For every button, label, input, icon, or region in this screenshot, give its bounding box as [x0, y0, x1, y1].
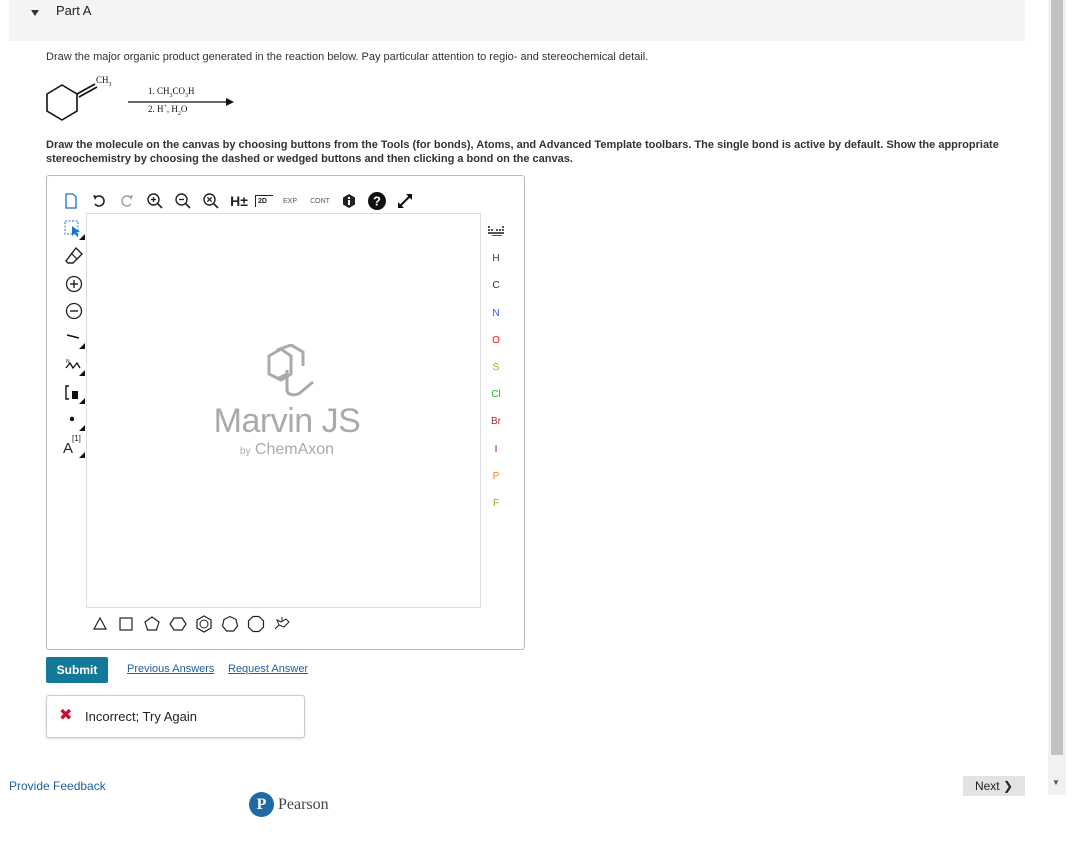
contract-button[interactable]: CONT	[307, 189, 333, 213]
part-title: Part A	[56, 3, 92, 18]
feedback-message-box: ✖ Incorrect; Try Again	[46, 695, 305, 738]
negative-charge-icon[interactable]	[61, 298, 87, 324]
template-toolbar	[89, 613, 293, 635]
caret-down-icon[interactable]	[30, 9, 40, 17]
incorrect-icon: ✖	[59, 707, 73, 724]
svg-text:?: ?	[373, 194, 381, 209]
cyclohexane-template-icon[interactable]	[167, 613, 189, 635]
zoom-reset-icon[interactable]	[199, 189, 223, 213]
scrollbar-thumb[interactable]	[1051, 0, 1063, 755]
atom-button-s[interactable]: S	[481, 354, 511, 381]
left-toolbar: N A [1]	[61, 216, 87, 462]
atom-button-o[interactable]: O	[481, 327, 511, 354]
chair-template-icon[interactable]	[271, 613, 293, 635]
electron-tool-icon[interactable]	[61, 407, 87, 433]
scroll-down-arrow-icon[interactable]: ▼	[1052, 778, 1060, 787]
atom-button-p[interactable]: P	[481, 463, 511, 490]
eraser-icon[interactable]	[61, 243, 87, 269]
marvin-editor: H± 2D EXP CONT ? N A [1] Marvin JS by Ch…	[46, 175, 525, 650]
pearson-wordmark: Pearson	[278, 795, 329, 813]
part-header[interactable]: Part A	[9, 0, 1025, 41]
top-toolbar: H± 2D EXP CONT ?	[59, 188, 417, 214]
feedback-message: Incorrect; Try Again	[85, 709, 197, 724]
atom-button-f[interactable]: F	[481, 490, 511, 517]
reagent-step-2: 2. H+, H2O	[148, 104, 188, 117]
submit-button[interactable]: Submit	[46, 657, 108, 683]
request-answer-link[interactable]: Request Answer	[228, 663, 308, 675]
atom-button-cl[interactable]: Cl	[481, 381, 511, 408]
atom-button-h[interactable]: H	[481, 245, 511, 272]
zoom-in-icon[interactable]	[143, 189, 167, 213]
drawing-instructions: Draw the molecule on the canvas by choos…	[46, 139, 999, 165]
bracket-tool-icon[interactable]	[61, 380, 87, 406]
undo-icon[interactable]	[87, 189, 111, 213]
redo-icon[interactable]	[115, 189, 139, 213]
page-scrollbar[interactable]: ▼	[1048, 0, 1066, 795]
benzene-template-icon[interactable]	[193, 613, 215, 635]
cycloheptane-template-icon[interactable]	[219, 613, 241, 635]
methylenecyclohexane-structure	[46, 83, 234, 121]
previous-answers-link[interactable]: Previous Answers	[127, 663, 214, 675]
single-bond-tool-icon[interactable]	[61, 325, 87, 351]
reagent-step-1: 1. CH3CO3H	[148, 86, 195, 99]
reaction-scheme: CH3 1. CH3CO3H 2. H+, H2O	[44, 74, 244, 124]
atom-button-n[interactable]: N	[481, 300, 511, 327]
cyclopropane-template-icon[interactable]	[89, 613, 111, 635]
expand-button[interactable]: EXP	[277, 189, 303, 213]
atom-toolbar: H C N O S Cl Br I P F	[481, 218, 511, 517]
cyclooctane-template-icon[interactable]	[245, 613, 267, 635]
drawing-canvas[interactable]: Marvin JS by ChemAxon	[86, 213, 481, 608]
zoom-out-icon[interactable]	[171, 189, 195, 213]
new-document-icon[interactable]	[59, 189, 83, 213]
pearson-logo-icon: P	[249, 792, 274, 817]
selection-tool-icon[interactable]	[61, 216, 87, 242]
hydrogen-toggle-button[interactable]: H±	[227, 189, 251, 213]
marvin-logo: Marvin JS by ChemAxon	[207, 344, 367, 459]
atom-button-c[interactable]: C	[481, 272, 511, 299]
atom-button-br[interactable]: Br	[481, 408, 511, 435]
fullscreen-icon[interactable]	[393, 189, 417, 213]
provide-feedback-link[interactable]: Provide Feedback	[9, 779, 106, 793]
info-icon[interactable]	[337, 189, 361, 213]
positive-charge-icon[interactable]	[61, 271, 87, 297]
cyclopentane-template-icon[interactable]	[141, 613, 163, 635]
next-button[interactable]: Next ❯	[963, 776, 1025, 796]
logo-byline: by ChemAxon	[239, 441, 335, 458]
methyl-label: CH3	[96, 75, 112, 88]
question-prompt: Draw the major organic product generated…	[46, 51, 649, 63]
help-icon[interactable]: ?	[365, 189, 389, 213]
chain-tool-icon[interactable]: N	[61, 352, 87, 378]
pearson-brand: P Pearson	[249, 792, 329, 817]
logo-title: Marvin JS	[213, 402, 361, 440]
periodic-table-icon[interactable]	[481, 218, 511, 245]
cyclobutane-template-icon[interactable]	[115, 613, 137, 635]
marvin-logo-icon	[267, 344, 314, 397]
svg-text:N: N	[66, 359, 70, 365]
atom-map-tool-icon[interactable]: A [1]	[61, 434, 87, 460]
clean-2d-button[interactable]: 2D	[255, 195, 273, 207]
atom-button-i[interactable]: I	[481, 436, 511, 463]
